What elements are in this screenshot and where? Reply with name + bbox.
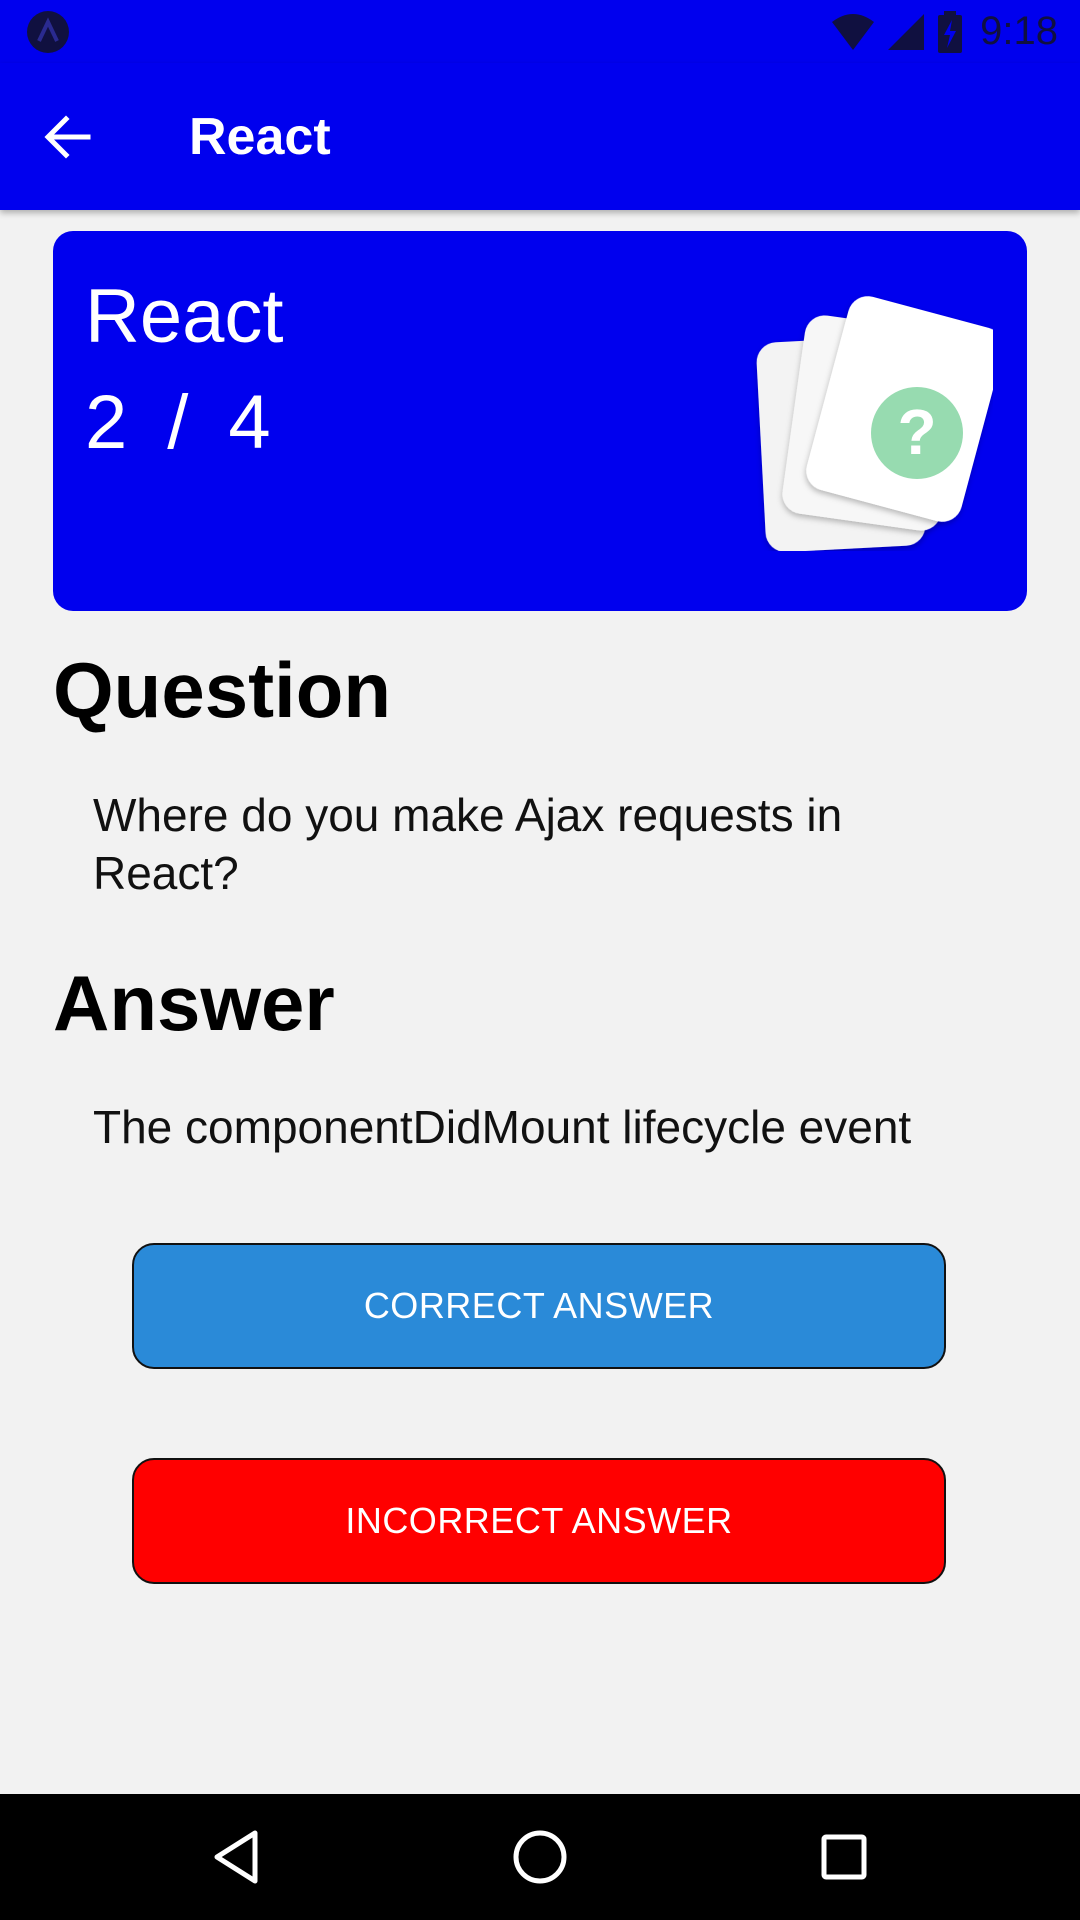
correct-answer-button[interactable]: CORRECT ANSWER <box>132 1243 946 1369</box>
app-bar: React <box>0 63 1080 210</box>
status-time: 9:18 <box>980 9 1058 53</box>
current-card-number: 2 <box>85 380 128 465</box>
wifi-icon <box>832 13 875 50</box>
progress-separator: / <box>167 380 189 465</box>
total-card-count: 4 <box>228 380 271 465</box>
nav-home-button[interactable] <box>500 1817 580 1897</box>
correct-answer-label: CORRECT ANSWER <box>363 1285 715 1326</box>
nav-back-button[interactable] <box>196 1817 276 1897</box>
status-icons: 9:18 <box>830 0 1058 63</box>
nav-recent-icon <box>821 1834 867 1880</box>
question-cards-icon: ? <box>756 296 993 551</box>
nav-home-icon <box>513 1830 567 1884</box>
status-bar: 9:18 <box>0 0 1080 63</box>
back-button[interactable] <box>30 103 106 171</box>
svg-text:?: ? <box>897 396 936 468</box>
screen: 9:18 React React 2 / 4 ? Question Where … <box>0 0 1080 1920</box>
incorrect-answer-label: INCORRECT ANSWER <box>345 1500 733 1541</box>
nav-back-icon <box>214 1830 258 1884</box>
app-notification-icon <box>27 11 69 53</box>
battery-charging-icon <box>938 10 963 53</box>
arrow-left-icon <box>44 115 91 159</box>
question-heading: Question <box>53 646 392 734</box>
cell-signal-icon <box>888 13 925 50</box>
answer-text: The componentDidMount lifecycle event <box>93 1101 912 1153</box>
navigation-bar <box>0 1794 1080 1920</box>
deck-progress: 2 / 4 <box>85 381 271 465</box>
answer-heading: Answer <box>53 959 335 1047</box>
nav-recent-button[interactable] <box>804 1817 884 1897</box>
deck-title: React <box>85 274 284 359</box>
deck-card: React 2 / 4 ? <box>53 231 1027 611</box>
incorrect-answer-button[interactable]: INCORRECT ANSWER <box>132 1458 946 1584</box>
question-text: Where do you make Ajax requests in React… <box>93 789 843 899</box>
app-title: React <box>189 108 331 166</box>
